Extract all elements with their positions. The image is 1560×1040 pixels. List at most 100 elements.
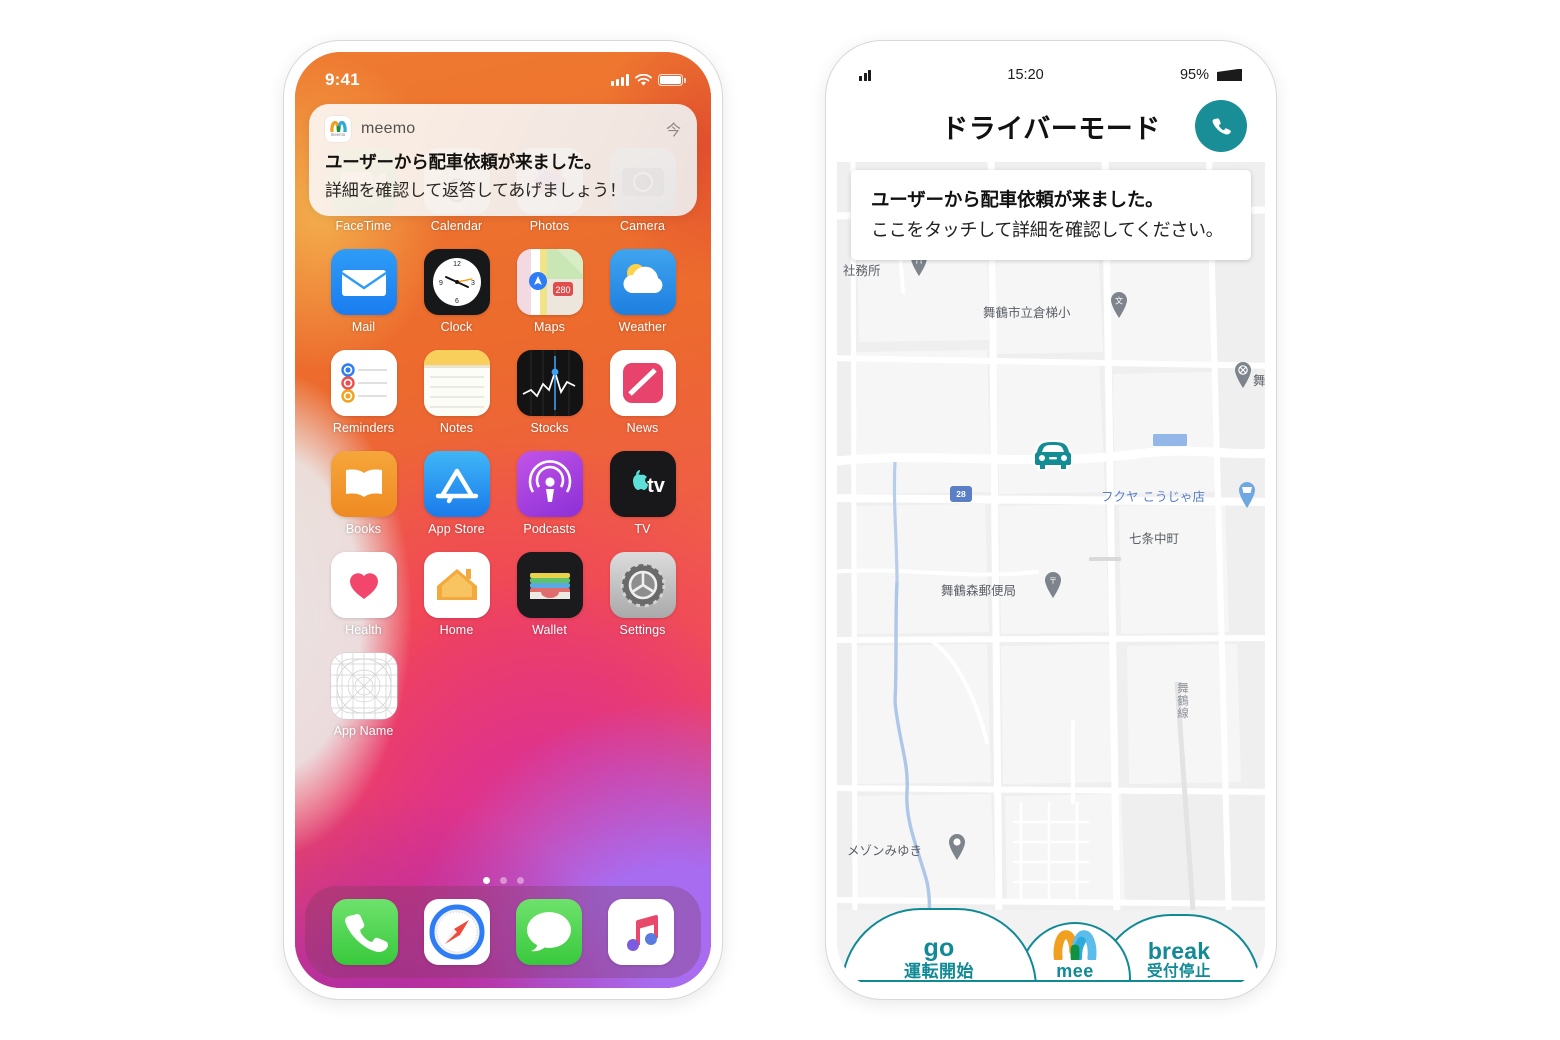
- battery-icon: [1216, 68, 1243, 82]
- svg-text:6: 6: [455, 298, 459, 305]
- app-placeholder-icon: [330, 653, 397, 719]
- ios-notification-banner[interactable]: meemo meemo 今 ユーザーから配車依頼が来ました。 詳細を確認して返答…: [309, 104, 697, 216]
- cellular-bars-icon: [611, 74, 629, 86]
- weather-icon: [609, 249, 676, 315]
- app-label: Home: [439, 623, 474, 637]
- page-dot-1[interactable]: [482, 877, 490, 884]
- maps-icon: 280: [516, 249, 583, 315]
- map-label-school: 舞鶴市立倉梯小: [983, 305, 1071, 320]
- app-label: Stocks: [530, 421, 569, 435]
- post-office-pin[interactable]: 〒: [1043, 572, 1063, 598]
- svg-text:9: 9: [439, 280, 443, 287]
- app-label: Weather: [618, 320, 667, 334]
- notification-body: 詳細を確認して返答してあげましょう！: [325, 181, 626, 200]
- app-home[interactable]: Home: [410, 552, 503, 637]
- meemo-app-icon: meemo: [325, 116, 351, 142]
- mee-label: mee: [1056, 961, 1094, 982]
- banner-title: ユーザーから配車依頼が来ました。: [871, 189, 1164, 210]
- meemo-wordmark: meemo: [330, 131, 346, 137]
- mail-icon: [330, 249, 397, 315]
- app-label: Reminders: [332, 421, 395, 435]
- app-label: App Store: [428, 522, 485, 536]
- app-weather[interactable]: Weather: [596, 249, 689, 334]
- app-label: Wallet: [532, 623, 567, 637]
- svg-text:280: 280: [555, 285, 570, 295]
- page-dot-3[interactable]: [516, 877, 524, 884]
- stocks-icon: [516, 350, 583, 416]
- app-app-store[interactable]: App Store: [410, 451, 503, 536]
- cellular-bars-icon: [859, 69, 872, 81]
- battery-percent: 95%: [1179, 67, 1209, 83]
- app-placeholder[interactable]: App Name: [317, 653, 410, 738]
- app-label: App Name: [333, 724, 394, 738]
- map-label-railway: 舞鶴線: [1176, 682, 1190, 720]
- app-store-icon: [423, 451, 490, 517]
- app-stocks[interactable]: Stocks: [503, 350, 596, 435]
- status-indicators: 95%: [1180, 67, 1243, 83]
- school-pin[interactable]: 文: [1109, 292, 1129, 318]
- music-icon[interactable]: [608, 899, 674, 965]
- go-label-jp: 運転開始: [904, 961, 974, 981]
- app-books[interactable]: Books: [317, 451, 410, 536]
- app-label: Photos: [529, 219, 570, 233]
- app-label: Books: [345, 522, 382, 536]
- svg-text:tv: tv: [647, 475, 666, 497]
- store-pin[interactable]: [1237, 482, 1257, 508]
- app-reminders[interactable]: Reminders: [317, 350, 410, 435]
- android-device-right: 15:20 95% ドライバーモード 社務所 舞鶴市立倉梯小 舞 フクヤ こうじ…: [826, 41, 1276, 999]
- map-label-post-office: 舞鶴森郵便局: [941, 583, 1017, 598]
- driver-mode-header: ドライバーモード: [837, 90, 1265, 162]
- app-notes[interactable]: Notes: [410, 350, 503, 435]
- notification-header: meemo meemo 今: [325, 116, 681, 142]
- podcasts-icon: [516, 451, 583, 517]
- notification-title: ユーザーから配車依頼が来ました。: [325, 152, 602, 172]
- go-button[interactable]: go 運転開始: [841, 908, 1037, 988]
- app-settings[interactable]: Settings: [596, 552, 689, 637]
- station-pin[interactable]: [1233, 362, 1253, 388]
- clock-icon: 12 3 6 9: [423, 249, 490, 315]
- ride-request-banner[interactable]: ユーザーから配車依頼が来ました。 ここをタッチして詳細を確認してください。: [851, 170, 1251, 260]
- notification-time: 今: [665, 121, 681, 139]
- app-maps[interactable]: 280 Maps: [503, 249, 596, 334]
- notification-app-name: meemo: [361, 120, 416, 137]
- go-label-en: go: [923, 934, 955, 963]
- status-time: 15:20: [1007, 67, 1044, 83]
- banner-body: ここをタッチして詳細を確認してください。: [871, 220, 1224, 240]
- app-clock[interactable]: 12 3 6 9 Clock: [410, 249, 503, 334]
- building-pin[interactable]: [947, 834, 967, 860]
- safari-icon[interactable]: [424, 899, 490, 965]
- reminders-icon: [330, 350, 397, 416]
- phone-icon[interactable]: [332, 899, 398, 965]
- app-label: Settings: [619, 623, 666, 637]
- ios-home-screen: 9:41 FaceTime Calendar Photos Camera Mai…: [295, 52, 711, 988]
- app-label: Camera: [619, 219, 666, 233]
- svg-text:3: 3: [471, 280, 475, 287]
- svg-text:〒: 〒: [1049, 577, 1057, 586]
- app-news[interactable]: News: [596, 350, 689, 435]
- app-health[interactable]: Health: [317, 552, 410, 637]
- app-wallet[interactable]: Wallet: [503, 552, 596, 637]
- svg-text:12: 12: [453, 261, 461, 268]
- page-dot-2[interactable]: [499, 877, 507, 884]
- driver-action-bar: break 受付停止 mee go 運転開始: [837, 902, 1265, 988]
- settings-icon: [609, 552, 676, 618]
- ios-app-grid: FaceTime SAT8 Calendar: [295, 148, 711, 738]
- ios-dock: [305, 886, 701, 978]
- call-button[interactable]: [1195, 100, 1247, 152]
- messages-icon[interactable]: [516, 899, 582, 965]
- app-podcasts[interactable]: Podcasts: [503, 451, 596, 536]
- meemo-logo-icon: [1053, 930, 1097, 961]
- app-label: Health: [345, 623, 382, 637]
- map-container[interactable]: 社務所 舞鶴市立倉梯小 舞 フクヤ こうじゃ店 七条中町 舞鶴森郵便局 メゾンみ…: [837, 162, 1265, 988]
- page-indicator[interactable]: [295, 877, 711, 884]
- app-tv[interactable]: tv TV: [596, 451, 689, 536]
- app-label: Notes: [439, 421, 474, 435]
- driver-mode-screen: 15:20 95% ドライバーモード 社務所 舞鶴市立倉梯小 舞 フクヤ こうじ…: [837, 52, 1265, 988]
- app-mail[interactable]: Mail: [317, 249, 410, 334]
- map-label-district: 七条中町: [1129, 531, 1180, 546]
- books-icon: [330, 451, 397, 517]
- map-label-residence: メゾンみゆき: [847, 843, 923, 858]
- map-label-station: 舞: [1253, 373, 1265, 388]
- car-icon[interactable]: [1031, 438, 1075, 472]
- notes-icon: [423, 350, 490, 416]
